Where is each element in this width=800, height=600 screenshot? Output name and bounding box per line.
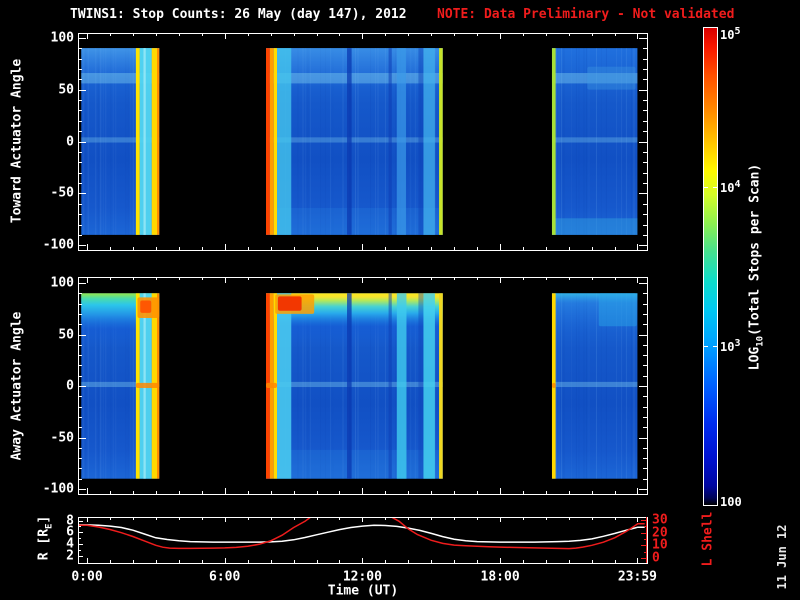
- tick-label: 23:59: [617, 569, 657, 585]
- r-curve: [79, 524, 645, 543]
- r-axis-label: R [RE]: [36, 515, 55, 561]
- tick-label: -100: [42, 481, 74, 497]
- tick-label: 0:00: [71, 569, 103, 585]
- tick-label: -50: [50, 185, 74, 201]
- tick-label: 50: [58, 327, 74, 342]
- r-axis-label-suffix: ]: [36, 515, 52, 524]
- figure-title: TWINS1: Stop Counts: 26 May (day 147), 2…: [70, 7, 407, 22]
- tick-label: -100: [42, 237, 74, 253]
- tick-label: 100: [50, 275, 74, 291]
- date-stamp: 11 Jun 12: [775, 524, 789, 590]
- colorbar-title-prefix: LOG: [747, 346, 763, 371]
- plot-canvas: [78, 27, 718, 564]
- tick-label: 18:00: [480, 569, 520, 585]
- away-angle-axis-label: Away Actuator Angle: [9, 311, 25, 461]
- toward-angle-axis-label: Toward Actuator Angle: [9, 58, 25, 224]
- time-axis-label: Time (UT): [327, 583, 399, 599]
- tick-label: 100: [50, 30, 74, 46]
- r-axis-label-sub: E: [44, 523, 55, 529]
- preliminary-note: NOTE: Data Preliminary - Not validated: [437, 7, 735, 22]
- tick-label: 104: [720, 178, 741, 195]
- colorbar: [703, 27, 718, 506]
- tick-label: 6:00: [209, 569, 241, 585]
- tick-label: 100: [720, 495, 742, 509]
- tick-label: 103: [720, 338, 741, 355]
- tick-label: 0: [652, 550, 660, 566]
- tick-label: -50: [50, 430, 74, 445]
- tick-label: 0: [66, 134, 74, 149]
- tick-label: 12:00: [342, 569, 382, 585]
- colorbar-title: LOG10(Total Stops per Scan): [747, 163, 766, 371]
- tick-label: 50: [58, 82, 74, 98]
- r-axis-label-prefix: R [R: [36, 528, 52, 561]
- l-shell-axis-label: L Shell: [700, 511, 716, 567]
- toward-spectrogram: [81, 48, 638, 235]
- away-spectrogram: [81, 293, 638, 479]
- twins-stop-counts-figure: TWINS1: Stop Counts: 26 May (day 147), 2…: [0, 0, 800, 600]
- colorbar-title-rest: (Total Stops per Scan): [747, 163, 763, 336]
- tick-label: 0: [66, 378, 74, 394]
- colorbar-title-sub: 10: [755, 335, 766, 347]
- tick-label: 2: [66, 548, 74, 564]
- tick-label: 105: [720, 26, 741, 42]
